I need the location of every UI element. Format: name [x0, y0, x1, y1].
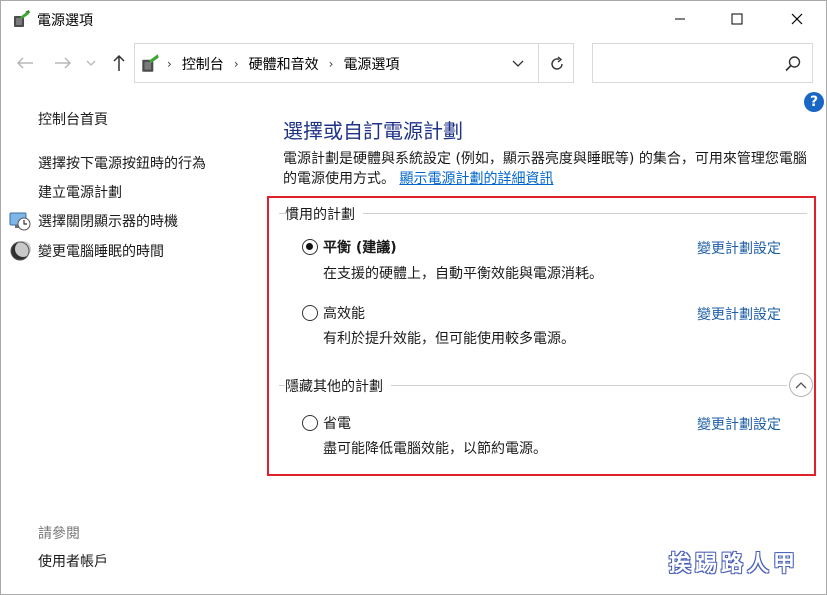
breadcrumb-power-options[interactable]: 電源選項	[343, 54, 399, 74]
address-divider	[538, 44, 539, 82]
up-arrow-icon	[113, 54, 125, 71]
breadcrumb-control-panel[interactable]: 控制台	[182, 54, 224, 74]
address-dropdown-button[interactable]	[505, 52, 531, 76]
breadcrumb: › 控制台 › 硬體和音效 › 電源選項	[167, 54, 399, 74]
sidebar-item-sleep-time[interactable]: 變更電腦睡眠的時間	[38, 241, 164, 261]
see-also-label: 請參閱	[38, 526, 80, 542]
close-button[interactable]	[774, 1, 820, 37]
plan-balanced-name[interactable]: 平衡 (建議)	[323, 237, 397, 257]
plan-power-saver-radio[interactable]	[302, 415, 318, 431]
chevron-down-icon	[86, 60, 96, 66]
refresh-button[interactable]	[543, 50, 571, 78]
plan-power-saver-change-settings-link[interactable]: 變更計劃設定	[697, 414, 781, 434]
plan-power-saver-name[interactable]: 省電	[323, 413, 351, 433]
plans-highlight-box: 慣用的計劃 平衡 (建議) 在支援的硬體上，自動平衡效能與電源消耗。 變更計劃設…	[267, 196, 816, 476]
chevron-down-icon	[512, 60, 524, 67]
search-box[interactable]	[592, 43, 813, 83]
plan-high-performance-radio[interactable]	[302, 305, 318, 321]
breadcrumb-hardware-sound[interactable]: 硬體和音效	[249, 54, 319, 74]
plan-high-performance-description: 有利於提升效能，但可能使用較多電源。	[323, 331, 575, 347]
control-panel-home-link[interactable]: 控制台首頁	[38, 109, 108, 129]
address-bar[interactable]: › 控制台 › 硬體和音效 › 電源選項	[134, 43, 574, 83]
user-accounts-link[interactable]: 使用者帳戶	[38, 551, 108, 571]
moon-sleep-icon	[10, 241, 31, 261]
plan-balanced-change-settings-link[interactable]: 變更計劃設定	[697, 238, 781, 258]
forward-arrow-icon	[55, 57, 72, 69]
breadcrumb-separator-icon[interactable]: ›	[167, 57, 172, 71]
close-icon	[791, 13, 803, 25]
chevron-up-icon	[795, 382, 807, 389]
help-button[interactable]: ?	[804, 92, 824, 112]
forward-button[interactable]	[51, 51, 75, 75]
recent-locations-button[interactable]	[83, 51, 99, 75]
title-bar: 電源選項	[1, 1, 826, 39]
collapse-hidden-plans-button[interactable]	[789, 373, 813, 397]
sidebar-item-create-plan[interactable]: 建立電源計劃	[38, 182, 122, 202]
navigation-bar: › 控制台 › 硬體和音效 › 電源選項	[1, 41, 826, 85]
power-options-window: 電源選項 › 控制台 › 硬體和音效 › 電源選項 ? 控制台首頁 選擇按下電源…	[0, 0, 827, 595]
hidden-plans-title[interactable]: 隱藏其他的計劃	[285, 376, 391, 396]
control-panel-icon	[142, 54, 159, 72]
sidebar-item-power-button-behavior[interactable]: 選擇按下電源按鈕時的行為	[38, 153, 206, 173]
watermark: 挨踢路人甲	[669, 551, 800, 577]
plan-balanced-description: 在支援的硬體上，自動平衡效能與電源消耗。	[323, 266, 603, 282]
refresh-icon	[551, 56, 563, 70]
maximize-icon	[731, 13, 743, 25]
preferred-plans-title: 慣用的計劃	[285, 204, 363, 224]
plan-power-saver-description: 盡可能降低電腦效能，以節約電源。	[323, 441, 547, 457]
back-button[interactable]	[13, 51, 37, 75]
search-input[interactable]	[599, 52, 779, 74]
sidebar-item-display-off[interactable]: 選擇關閉顯示器的時機	[38, 211, 178, 231]
plan-details-link[interactable]: 顯示電源計劃的詳細資訊	[399, 171, 553, 187]
power-options-app-icon	[14, 10, 30, 27]
back-arrow-icon	[16, 57, 33, 69]
page-title: 選擇或自訂電源計劃	[283, 119, 463, 143]
plan-high-performance-change-settings-link[interactable]: 變更計劃設定	[697, 304, 781, 324]
minimize-icon	[675, 18, 685, 20]
minimize-button[interactable]	[657, 1, 703, 37]
page-description: 電源計劃是硬體與系統設定 (例如，顯示器亮度與睡眠等) 的集合，可用來管理您電腦…	[283, 149, 813, 189]
breadcrumb-separator-icon[interactable]: ›	[329, 57, 334, 71]
window-title: 電源選項	[37, 13, 93, 29]
maximize-button[interactable]	[714, 1, 760, 37]
plan-high-performance-name[interactable]: 高效能	[323, 303, 365, 323]
plan-balanced-radio[interactable]	[302, 239, 318, 255]
breadcrumb-separator-icon[interactable]: ›	[234, 57, 239, 71]
up-button[interactable]	[107, 51, 131, 75]
monitor-clock-icon	[9, 212, 31, 231]
search-icon	[785, 56, 801, 72]
